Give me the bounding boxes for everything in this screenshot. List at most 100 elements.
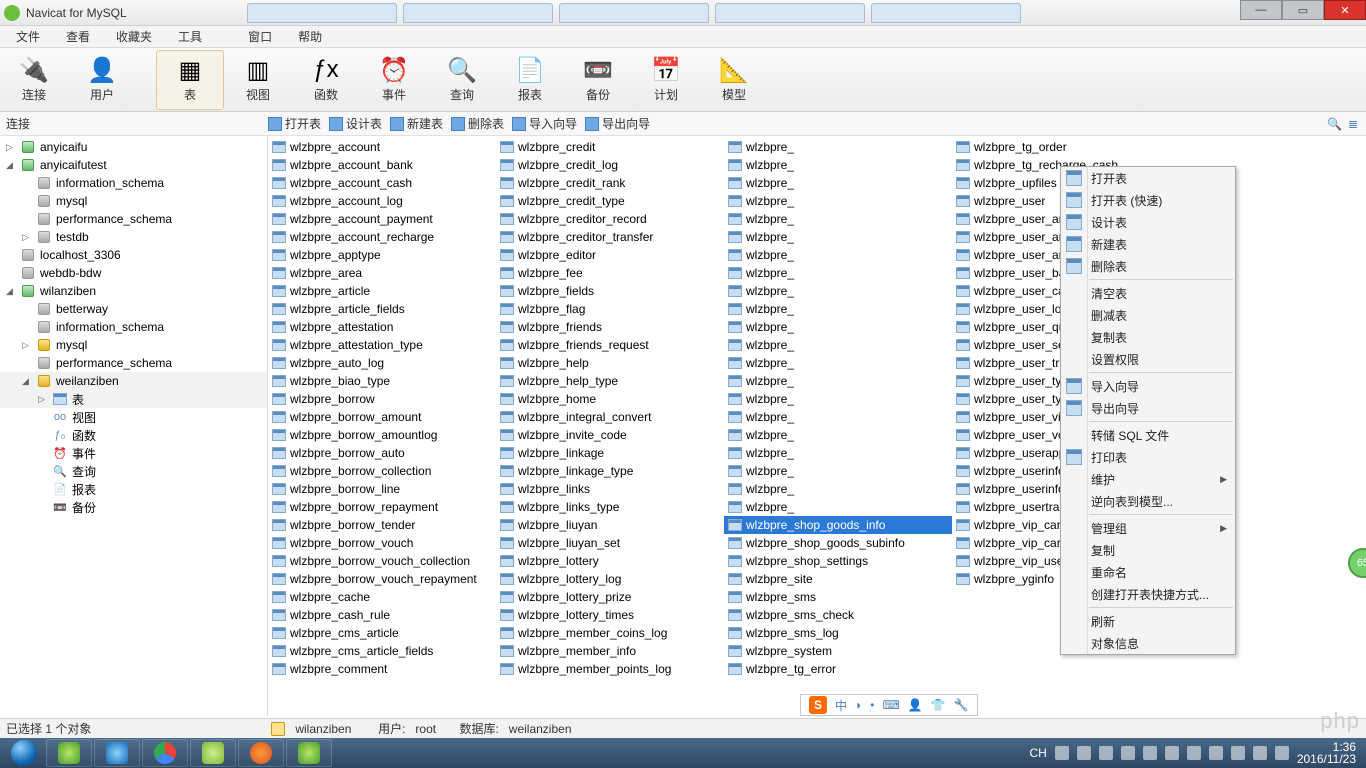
table-item[interactable]: wlzbpre_account_payment (268, 210, 496, 228)
tree-webdb-bdw[interactable]: webdb-bdw (0, 264, 267, 282)
table-item[interactable]: wlzbpre_member_points_log (496, 660, 724, 678)
ctx-打开表 (快速)[interactable]: 打开表 (快速) (1061, 189, 1235, 211)
tree-mysql[interactable]: mysql (0, 192, 267, 210)
table-item[interactable]: wlzbpre_attestation_type (268, 336, 496, 354)
connection-tree[interactable]: ▷anyicaifu◢anyicaifutestinformation_sche… (0, 136, 268, 716)
tray-icon[interactable] (1143, 746, 1157, 760)
maximize-button[interactable]: ▭ (1282, 0, 1324, 20)
table-item[interactable]: wlzbpre_fee (496, 264, 724, 282)
table-item[interactable]: wlzbpre_ (724, 228, 952, 246)
table-item[interactable]: wlzbpre_shop_goods_info (724, 516, 952, 534)
tree-wilanziben[interactable]: ◢wilanziben (0, 282, 267, 300)
tool-报表[interactable]: 📄报表 (496, 50, 564, 110)
table-item[interactable]: wlzbpre_friends (496, 318, 724, 336)
table-item[interactable]: wlzbpre_help (496, 354, 724, 372)
table-list[interactable]: wlzbpre_accountwlzbpre_account_bankwlzbp… (268, 136, 1366, 716)
table-item[interactable]: wlzbpre_ (724, 282, 952, 300)
table-item[interactable]: wlzbpre_lottery_log (496, 570, 724, 588)
table-item[interactable]: wlzbpre_system (724, 642, 952, 660)
bg-tab[interactable] (247, 3, 397, 23)
table-item[interactable]: wlzbpre_account (268, 138, 496, 156)
table-item[interactable]: wlzbpre_fields (496, 282, 724, 300)
menu-帮助[interactable]: 帮助 (286, 26, 334, 47)
table-item[interactable]: wlzbpre_ (724, 246, 952, 264)
tray-icon[interactable] (1187, 746, 1201, 760)
table-item[interactable]: wlzbpre_account_cash (268, 174, 496, 192)
tree-localhost_3306[interactable]: localhost_3306 (0, 246, 267, 264)
table-item[interactable]: wlzbpre_borrow_collection (268, 462, 496, 480)
table-item[interactable]: wlzbpre_article_fields (268, 300, 496, 318)
search-icon[interactable]: 🔍 (1327, 117, 1342, 131)
table-item[interactable]: wlzbpre_apptype (268, 246, 496, 264)
tree-函数[interactable]: ƒ₀函数 (0, 426, 267, 444)
tool-视图[interactable]: ▥视图 (224, 50, 292, 110)
table-item[interactable]: wlzbpre_flag (496, 300, 724, 318)
action-新建表[interactable]: 新建表 (390, 115, 443, 132)
table-item[interactable]: wlzbpre_links_type (496, 498, 724, 516)
tray-lang[interactable]: CH (1029, 746, 1046, 760)
table-item[interactable]: wlzbpre_creditor_record (496, 210, 724, 228)
tree-表[interactable]: ▷表 (0, 390, 267, 408)
tool-表[interactable]: ▦表 (156, 50, 224, 110)
list-view-icon[interactable]: ≣ (1348, 117, 1358, 131)
table-item[interactable]: wlzbpre_ (724, 300, 952, 318)
tray-icon[interactable] (1121, 746, 1135, 760)
tree-information_schema[interactable]: information_schema (0, 318, 267, 336)
tree-betterway[interactable]: betterway (0, 300, 267, 318)
ime-item[interactable]: 👕 (931, 698, 946, 712)
tree-information_schema[interactable]: information_schema (0, 174, 267, 192)
table-item[interactable]: wlzbpre_cash_rule (268, 606, 496, 624)
action-删除表[interactable]: 删除表 (451, 115, 504, 132)
tray-icon[interactable] (1055, 746, 1069, 760)
table-item[interactable]: wlzbpre_ (724, 336, 952, 354)
tray-icon[interactable] (1077, 746, 1091, 760)
tree-testdb[interactable]: ▷testdb (0, 228, 267, 246)
table-item[interactable]: wlzbpre_friends_request (496, 336, 724, 354)
table-item[interactable]: wlzbpre_borrow_vouch (268, 534, 496, 552)
taskbar-app[interactable] (286, 739, 332, 767)
menu-查看[interactable]: 查看 (54, 26, 102, 47)
table-item[interactable]: wlzbpre_ (724, 156, 952, 174)
tree-weilanziben[interactable]: ◢weilanziben (0, 372, 267, 390)
ctx-删除表[interactable]: 删除表 (1061, 255, 1235, 277)
ctx-清空表[interactable]: 清空表 (1061, 282, 1235, 304)
table-item[interactable]: wlzbpre_ (724, 444, 952, 462)
taskbar-chrome[interactable] (142, 739, 188, 767)
table-item[interactable]: wlzbpre_liuyan (496, 516, 724, 534)
table-item[interactable]: wlzbpre_borrow_auto (268, 444, 496, 462)
tool-函数[interactable]: ƒx函数 (292, 50, 360, 110)
ctx-管理组[interactable]: 管理组▶ (1061, 517, 1235, 539)
table-item[interactable]: wlzbpre_credit_log (496, 156, 724, 174)
table-item[interactable]: wlzbpre_lottery_prize (496, 588, 724, 606)
ctx-导入向导[interactable]: 导入向导 (1061, 375, 1235, 397)
sogou-logo-icon[interactable]: S (809, 696, 827, 714)
minimize-button[interactable]: — (1240, 0, 1282, 20)
tree-报表[interactable]: 📄报表 (0, 480, 267, 498)
table-item[interactable]: wlzbpre_ (724, 192, 952, 210)
close-button[interactable]: ✕ (1324, 0, 1366, 20)
tool-用户[interactable]: 👤用户 (68, 50, 136, 110)
tree-查询[interactable]: 🔍查询 (0, 462, 267, 480)
ctx-打印表[interactable]: 打印表 (1061, 446, 1235, 468)
table-item[interactable]: wlzbpre_cache (268, 588, 496, 606)
table-item[interactable]: wlzbpre_integral_convert (496, 408, 724, 426)
table-item[interactable]: wlzbpre_account_log (268, 192, 496, 210)
ime-item[interactable]: ◗ (855, 698, 862, 712)
tray-icon[interactable] (1231, 746, 1245, 760)
menu-工具[interactable]: 工具 (166, 26, 214, 47)
table-item[interactable]: wlzbpre_comment (268, 660, 496, 678)
ime-item[interactable]: 中 (835, 697, 847, 714)
ctx-新建表[interactable]: 新建表 (1061, 233, 1235, 255)
tree-mysql[interactable]: ▷mysql (0, 336, 267, 354)
bg-tab[interactable] (403, 3, 553, 23)
ctx-复制[interactable]: 复制 (1061, 539, 1235, 561)
table-item[interactable]: wlzbpre_borrow_amountlog (268, 426, 496, 444)
action-导出向导[interactable]: 导出向导 (585, 115, 650, 132)
ctx-设置权限[interactable]: 设置权限 (1061, 348, 1235, 370)
table-item[interactable]: wlzbpre_attestation (268, 318, 496, 336)
table-item[interactable]: wlzbpre_sms (724, 588, 952, 606)
ctx-复制表[interactable]: 复制表 (1061, 326, 1235, 348)
table-item[interactable]: wlzbpre_ (724, 498, 952, 516)
table-item[interactable]: wlzbpre_credit_type (496, 192, 724, 210)
table-item[interactable]: wlzbpre_lottery (496, 552, 724, 570)
